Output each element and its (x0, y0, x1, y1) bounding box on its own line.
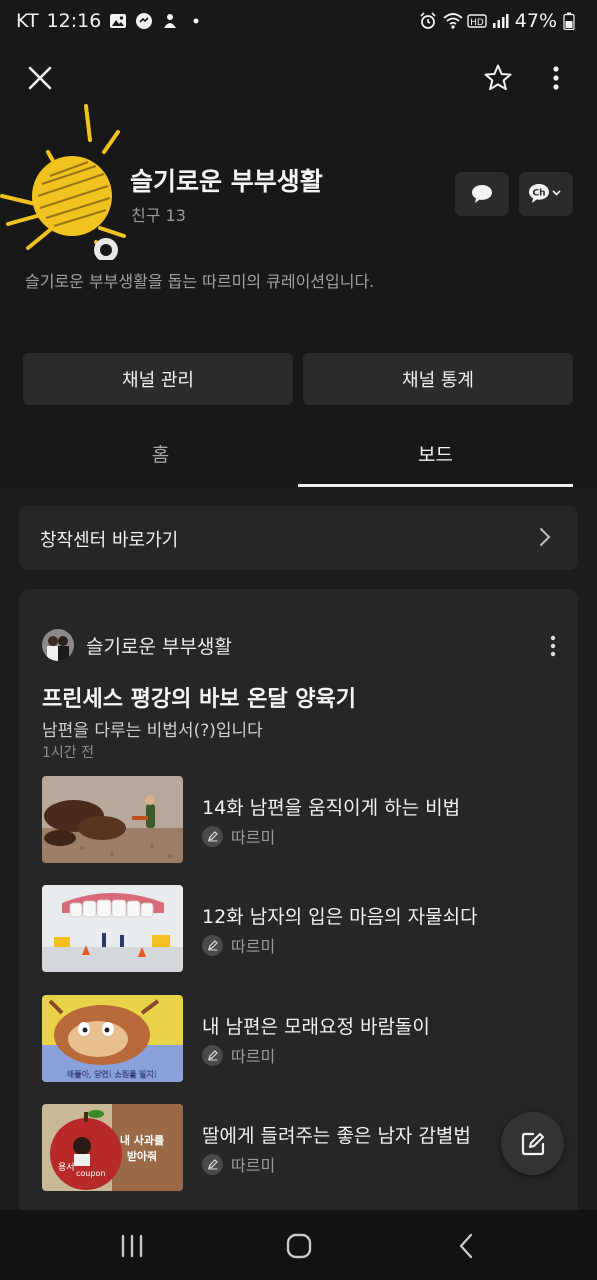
pen-icon (202, 1153, 223, 1175)
pen-icon (202, 1044, 223, 1066)
bot-icon (161, 12, 179, 30)
chevron-right-icon (540, 528, 551, 546)
svg-text:HD: HD (470, 18, 484, 28)
battery-percent: 47% (514, 10, 557, 32)
item-author: 따르미 (202, 824, 275, 848)
couple-photo-icon (42, 629, 74, 661)
channel-header: KT 12:16 HD 47% 슬기로운 부부생활 친구 13 Ch 슬기로운 … (0, 0, 597, 488)
alarm-icon (419, 12, 437, 30)
item-author-name: 따르미 (231, 937, 276, 956)
thumbnail-text-small: 용서 (58, 1162, 75, 1173)
post-subtitle: 남편을 다루는 비법서(?)입니다 (42, 721, 263, 741)
clock: 12:16 (46, 10, 102, 32)
edit-icon (521, 1132, 544, 1155)
hd-icon: HD (467, 12, 487, 30)
more-vertical-icon (553, 66, 559, 90)
channel-description: 슬기로운 부부생활을 돕는 따르미의 큐레이션입니다. (25, 272, 375, 291)
battery-icon (563, 12, 581, 31)
item-author: 따르미 (202, 1043, 275, 1067)
creator-center-link[interactable]: 창작센터 바로가기 (19, 506, 578, 570)
item-author-name: 따르미 (231, 828, 276, 847)
wifi-icon (443, 12, 463, 30)
carrier: KT (16, 10, 39, 32)
chat-button[interactable] (455, 172, 509, 216)
thumbnail-sand-fairy: 애들아, 당연! 소원을 빌지! (42, 995, 183, 1082)
messenger-icon (135, 12, 153, 30)
status-bar: KT 12:16 HD 47% (0, 0, 597, 44)
gallery-icon (109, 12, 127, 30)
channel-menu-button[interactable]: Ch (519, 172, 573, 216)
post-author-name[interactable]: 슬기로운 부부생활 (86, 632, 232, 659)
more-vertical-icon (550, 635, 556, 657)
author-avatar[interactable] (42, 629, 74, 661)
thumbnail-caption: 애들아, 당연! 소원을 빌지! (67, 1069, 157, 1079)
item-title: 딸에게 들려주는 좋은 남자 감별법 (202, 1125, 471, 1147)
pen-icon (202, 934, 223, 956)
more-button[interactable] (536, 58, 576, 98)
star-icon (484, 64, 512, 91)
top-nav (0, 50, 597, 106)
recent-apps-button[interactable] (112, 1226, 152, 1266)
item-title: 14화 남편을 움직이게 하는 비법 (202, 797, 461, 819)
board-post-card: 슬기로운 부부생활 프린세스 평강의 바보 온달 양육기 남편을 다루는 비법서… (19, 589, 578, 1229)
thumbnail-text-line2: 받아줘 (127, 1149, 157, 1163)
post-timestamp: 1시간 전 (42, 745, 94, 761)
channel-profile-image[interactable] (0, 104, 126, 260)
pen-icon (202, 825, 223, 847)
item-title: 12화 남자의 입은 마음의 자물쇠다 (202, 906, 478, 928)
channel-manage-button[interactable]: 채널 관리 (23, 353, 293, 405)
channel-name: 슬기로운 부부생활 (130, 167, 323, 196)
creator-center-label: 창작센터 바로가기 (40, 530, 179, 551)
thumbnail-chocolate (42, 776, 183, 863)
system-nav-bar (0, 1210, 597, 1280)
list-item[interactable]: 내 사과를 받아줘 용서 coupon 딸에게 들려주는 좋은 남자 감별법 따… (42, 1104, 562, 1192)
dot-icon (187, 12, 205, 30)
channel-dropdown-icon: Ch (529, 184, 561, 203)
back-button[interactable] (446, 1226, 486, 1266)
item-author: 따르미 (202, 933, 275, 957)
item-author-name: 따르미 (231, 1156, 276, 1175)
favorite-button[interactable] (478, 58, 518, 98)
list-item[interactable]: 14화 남편을 움직이게 하는 비법 따르미 (42, 776, 562, 864)
sun-scribble-icon (0, 104, 126, 260)
close-icon (28, 66, 52, 90)
post-more-button[interactable] (545, 633, 561, 659)
channel-menu-label: Ch (532, 189, 545, 199)
channel-stats-button[interactable]: 채널 통계 (303, 353, 573, 405)
item-author: 따르미 (202, 1152, 275, 1176)
list-item[interactable]: 12화 남자의 입은 마음의 자물쇠다 따르미 (42, 885, 562, 973)
friend-count: 친구 13 (131, 206, 186, 225)
tab-home[interactable]: 홈 (23, 440, 298, 467)
list-item[interactable]: 애들아, 당연! 소원을 빌지! 내 남편은 모래요정 바람돌이 따르미 (42, 995, 562, 1083)
recent-apps-icon (121, 1234, 143, 1258)
tab-board[interactable]: 보드 (298, 440, 573, 467)
post-title[interactable]: 프린세스 평강의 바보 온달 양육기 (42, 681, 356, 713)
home-button[interactable] (279, 1226, 319, 1266)
home-icon (286, 1233, 312, 1259)
thumbnail-teeth-construction (42, 885, 183, 972)
signal-icon (491, 12, 509, 30)
back-icon (459, 1233, 473, 1259)
thumbnail-text-line1: 내 사과를 (120, 1133, 164, 1147)
item-author-name: 따르미 (231, 1047, 276, 1066)
write-post-button[interactable] (501, 1112, 564, 1175)
close-button[interactable] (20, 58, 60, 98)
thumbnail-apple-coupon: 내 사과를 받아줘 용서 coupon (42, 1104, 183, 1191)
chat-bubble-icon (472, 185, 492, 203)
item-title: 내 남편은 모래요정 바람돌이 (202, 1016, 430, 1038)
active-tab-indicator (298, 484, 573, 487)
thumbnail-text-brand: coupon (76, 1169, 105, 1178)
